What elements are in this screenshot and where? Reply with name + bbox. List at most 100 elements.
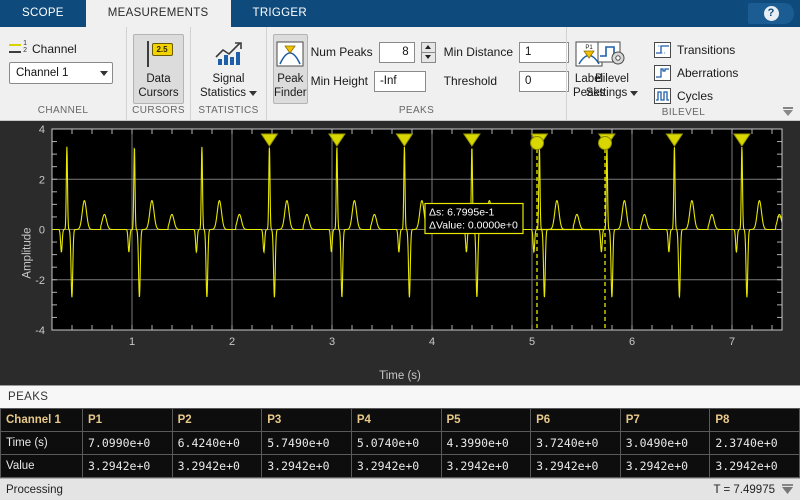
data-cursors-button[interactable]: 2.5 Data Cursors (133, 34, 184, 104)
help-button[interactable]: ? (748, 3, 794, 24)
aberrations-label: Aberrations (677, 65, 739, 80)
table-header-p1: P1 (82, 408, 173, 432)
status-message: Processing (6, 483, 63, 496)
scope-plot[interactable]: Amplitude Time (s) Δs: 6.7995e-1 ΔValue: … (0, 121, 800, 385)
y-axis-label: Amplitude (21, 227, 34, 279)
group-title-peaks: PEAKS (398, 105, 435, 116)
y-tick-label: -4 (35, 325, 45, 337)
channel-select-value: Channel 1 (16, 67, 69, 79)
x-tick-label: 2 (229, 336, 235, 348)
table-cell: 3.7240e+0 (530, 431, 621, 455)
table-header-p8: P8 (709, 408, 800, 432)
data-cursors-label-2: Cursors (138, 87, 179, 99)
table-header-p4: P4 (350, 408, 442, 432)
x-tick-label: 7 (729, 336, 735, 348)
threshold-input[interactable]: 0 (519, 70, 570, 92)
ribbon-group-peaks: Peak Finder Num Peaks 8 Min Height -Inf … (266, 27, 605, 120)
plot-mask-top (0, 121, 800, 129)
table-cell: 3.0490e+0 (619, 431, 711, 455)
field-threshold: Threshold 0 (443, 69, 570, 93)
peaks-panel-title: PEAKS (8, 391, 49, 403)
table-cell: 3.2942e+0 (530, 454, 621, 478)
tab-measurements[interactable]: MEASUREMENTS (85, 0, 231, 27)
y-tick-label: 2 (39, 174, 45, 186)
threshold-label: Threshold (443, 74, 498, 88)
collapse-ribbon-icon[interactable] (781, 106, 795, 118)
channel-label: Channel (32, 41, 77, 56)
table-header-p2: P2 (171, 408, 263, 432)
status-bar: Processing T = 7.49975 (0, 478, 800, 500)
cursor-handle[interactable] (598, 136, 612, 150)
table-cell: 5.7490e+0 (261, 431, 352, 455)
cycles-button[interactable]: Cycles (651, 85, 741, 106)
chevron-down-icon[interactable] (630, 90, 639, 96)
table-cell: 3.2942e+0 (82, 454, 173, 478)
scope-window: SCOPE MEASUREMENTS TRIGGER ? 1 2 Channel… (0, 0, 800, 500)
num-peaks-label: Num Peaks (310, 45, 373, 59)
question-mark-icon: ? (763, 6, 779, 21)
ribbon-group-channel: 1 2 Channel Channel 1 CHANNEL (0, 27, 126, 120)
group-title-channel: CHANNEL (37, 105, 89, 116)
table-header-p7: P7 (619, 408, 711, 432)
plot-mask-right (782, 121, 800, 367)
x-tick-label: 5 (529, 336, 535, 348)
tab-trigger[interactable]: TRIGGER (231, 0, 330, 27)
min-height-label: Min Height (310, 74, 368, 88)
chevron-down-icon[interactable] (249, 90, 257, 96)
signal-statistics-label-2: Statistics (199, 87, 246, 99)
stepper-up-icon[interactable] (420, 41, 436, 52)
ribbon-group-statistics: Signal Statistics STATISTICS (190, 27, 266, 120)
signal-statistics-button[interactable]: Signal Statistics (197, 34, 260, 104)
field-min-distance: Min Distance 1 (444, 40, 569, 64)
num-peaks-stepper[interactable] (420, 41, 436, 63)
num-peaks-input[interactable]: 8 (378, 41, 415, 63)
status-expand-icon[interactable] (781, 484, 794, 495)
x-axis-label: Time (s) (379, 370, 421, 382)
channel-header: 1 2 Channel (9, 40, 77, 56)
cycles-label: Cycles (677, 88, 714, 103)
stepper-down-icon[interactable] (420, 51, 436, 63)
table-header-p3: P3 (261, 408, 352, 432)
row-label: Value (0, 454, 83, 478)
table-cell: 6.4240e+0 (171, 431, 263, 455)
row-label: Time (s) (0, 431, 83, 455)
x-tick-label: 6 (629, 336, 635, 348)
bar-chart-arrow-icon (214, 42, 242, 65)
plot-mask-bottom (0, 331, 800, 368)
peak-finder-button[interactable]: Peak Finder (273, 34, 308, 104)
ribbon-tabbar: SCOPE MEASUREMENTS TRIGGER ? (0, 0, 800, 27)
tab-scope[interactable]: SCOPE (0, 0, 86, 27)
peak-finder-label-1: Peak (277, 73, 304, 85)
table-cell: 3.2942e+0 (440, 454, 532, 478)
signal-statistics-label-1: Signal (212, 73, 245, 85)
bilevel-settings-label-2: Settings (585, 87, 628, 99)
x-tick-label: 1 (129, 336, 135, 348)
bilevel-settings-button[interactable]: Bilevel Settings (579, 34, 645, 104)
aberrations-button[interactable]: Aberrations (651, 62, 741, 83)
transitions-button[interactable]: Transitions (651, 39, 741, 60)
peaks-panel: PEAKS Channel 1 P1 P2 P3 P4 P5 P6 P7 P8 Time (s)… (0, 385, 800, 478)
table-cell: 2.3740e+0 (709, 431, 800, 455)
y-tick-label: 0 (39, 225, 45, 237)
peak-parameters: Num Peaks 8 Min Height -Inf Min Distance… (310, 34, 570, 93)
bilevel-settings-label-1: Bilevel (595, 73, 629, 85)
min-distance-input[interactable]: 1 (519, 41, 569, 63)
field-min-height: Min Height -Inf (311, 69, 436, 93)
x-tick-label: 4 (429, 336, 435, 348)
transitions-icon (654, 41, 671, 58)
min-height-input[interactable]: -Inf (373, 70, 426, 92)
table-corner-header: Channel 1 (0, 408, 83, 432)
group-title-bilevel: BILEVEL (661, 107, 706, 118)
channel-select[interactable]: Channel 1 (9, 62, 113, 84)
table-row: Value 3.2942e+0 3.2942e+0 3.2942e+0 3.2942e+… (0, 454, 800, 478)
ribbon-group-cursors: 2.5 Data Cursors CURSORS (126, 27, 190, 120)
y-tick-label: -2 (35, 275, 45, 287)
table-cell: 3.2942e+0 (709, 454, 800, 478)
table-header-row: Channel 1 P1 P2 P3 P4 P5 P6 P7 P8 (0, 408, 800, 432)
data-cursors-icon: 2.5 (143, 39, 175, 69)
ribbon: 1 2 Channel Channel 1 CHANNEL 2.5 Data C… (0, 27, 800, 121)
table-cell: 4.3990e+0 (440, 431, 532, 455)
plot-canvas[interactable]: Δs: 6.7995e-1ΔValue: 0.0000e+0 -4 -2 0 2 4 1 2 3… (0, 121, 800, 368)
table-header-p5: P5 (440, 408, 532, 432)
cursor-handle[interactable] (530, 136, 544, 150)
